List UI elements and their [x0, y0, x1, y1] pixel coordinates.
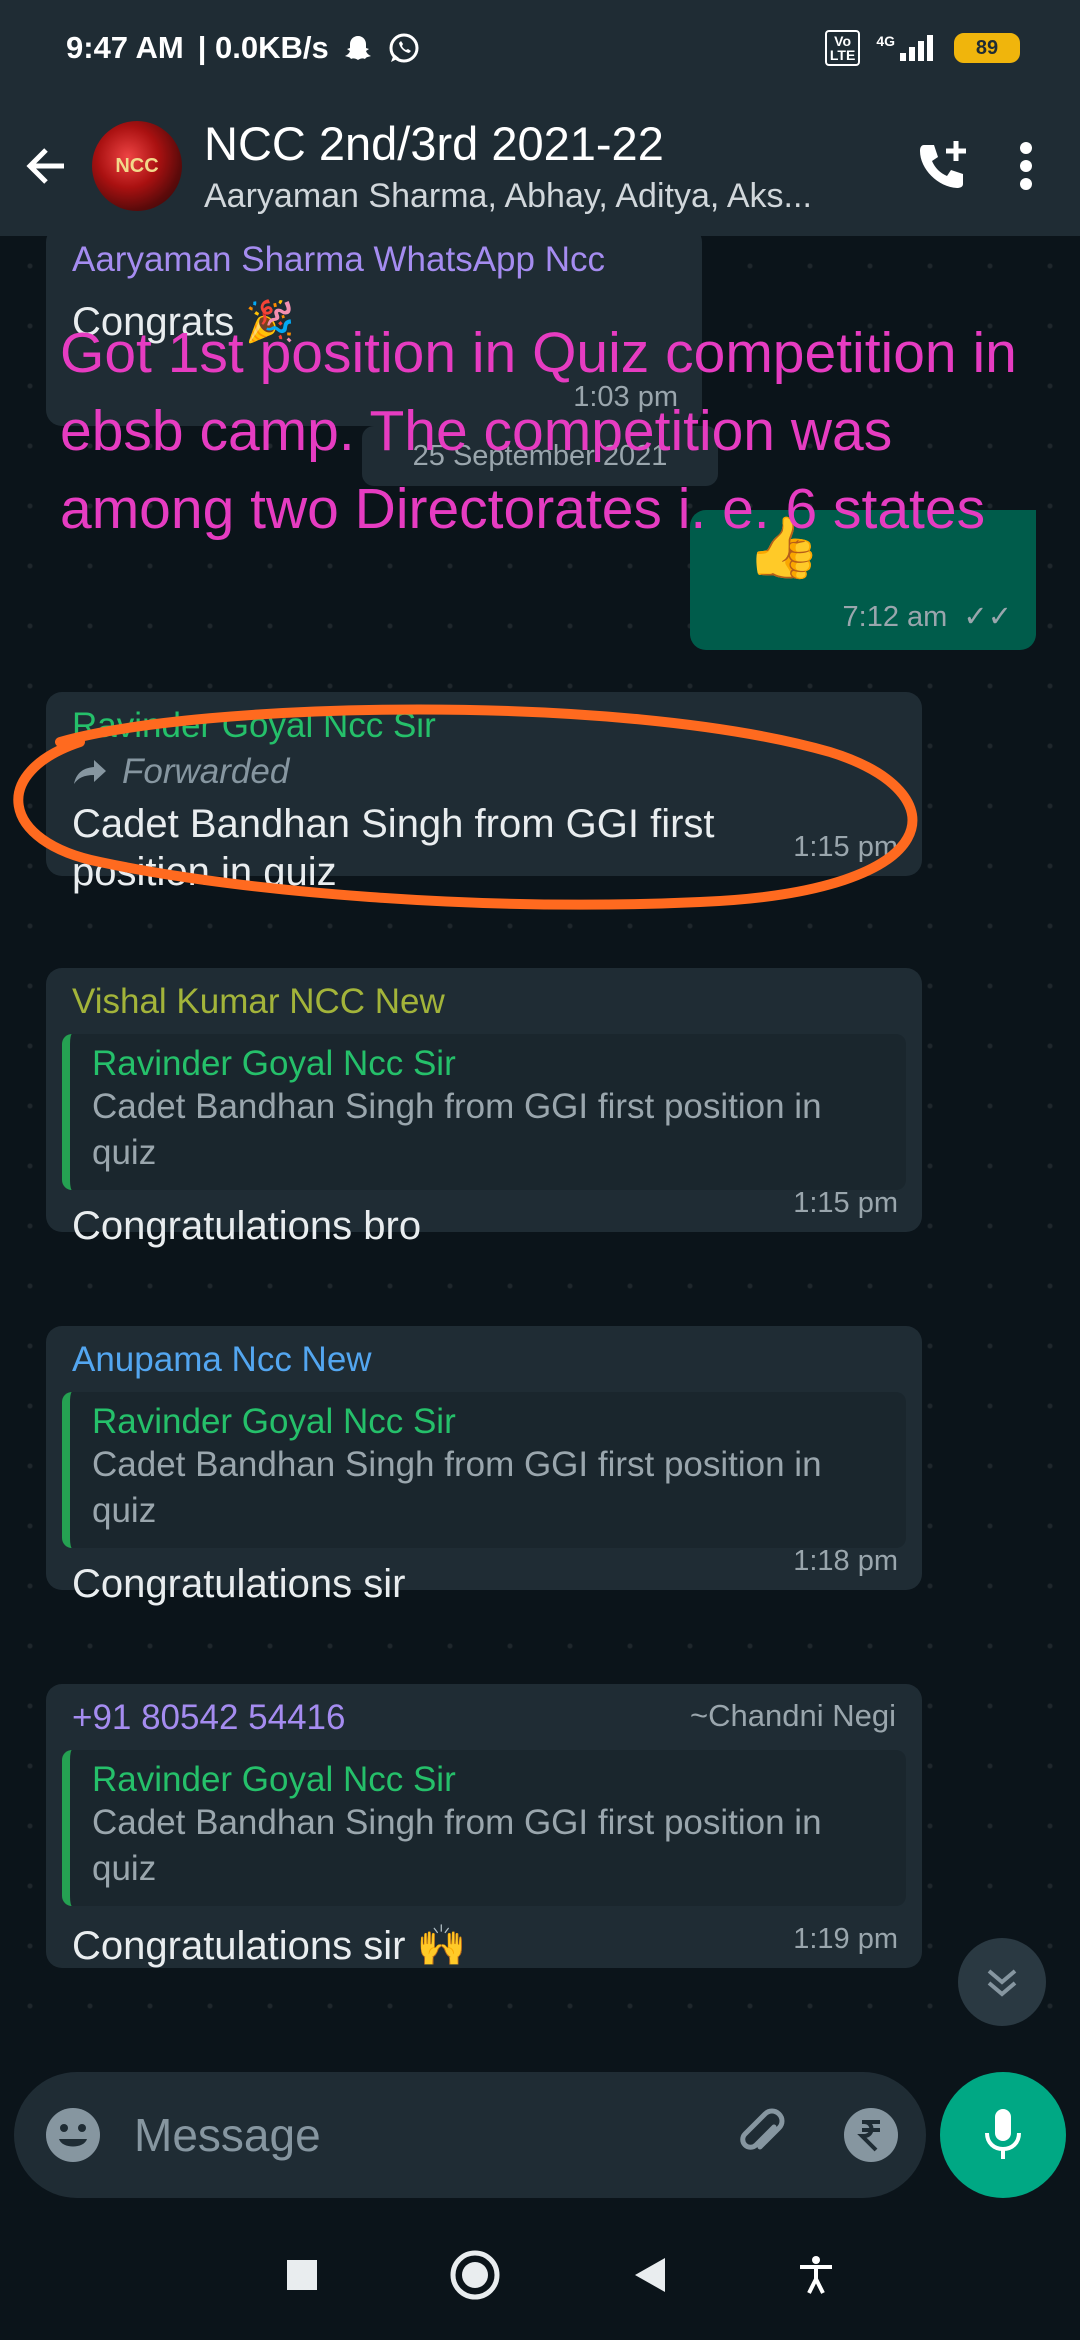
double-chevron-down-icon	[987, 1969, 1017, 1997]
recents-button[interactable]	[285, 2258, 319, 2292]
quoted-message[interactable]: Ravinder Goyal Ncc Sir Cadet Bandhan Sin…	[62, 1392, 906, 1548]
message-text: Congratulations sir 🙌	[72, 1924, 467, 1968]
back-nav-button[interactable]	[631, 2256, 667, 2294]
triangle-back-icon	[635, 2258, 665, 2292]
quoted-text: Cadet Bandhan Singh from GGI first posit…	[92, 1445, 822, 1530]
message-time: 7:12 am ✓✓	[843, 599, 1012, 634]
whatsapp-icon	[387, 31, 421, 65]
battery-indicator: 89	[954, 33, 1020, 63]
message-text: Congratulations sir	[72, 1562, 406, 1606]
group-avatar[interactable]: NCC	[92, 121, 182, 211]
quoted-sender: Ravinder Goyal Ncc Sir	[92, 1402, 456, 1441]
message-time-value: 7:12 am	[842, 601, 948, 633]
back-button[interactable]	[0, 96, 92, 236]
back-arrow-icon	[26, 148, 64, 184]
chat-area[interactable]: Aaryaman Sharma WhatsApp Ncc Congrats 🎉 …	[0, 236, 1080, 2056]
status-bar: 9:47 AM | 0.0KB/s Vo LTE 4G 89	[0, 0, 1080, 96]
add-call-button[interactable]	[912, 137, 970, 195]
accessibility-icon	[800, 2256, 832, 2294]
message-push-name: ~Chandni Negi	[690, 1698, 896, 1733]
voice-record-button[interactable]	[940, 2072, 1066, 2198]
status-time: 9:47 AM	[66, 30, 184, 65]
message-sender: Anupama Ncc New	[72, 1340, 372, 1379]
message-time: 1:19 pm	[793, 1923, 898, 1955]
volte-badge: Vo LTE	[824, 30, 861, 66]
quoted-sender: Ravinder Goyal Ncc Sir	[92, 1760, 456, 1799]
payment-button[interactable]	[842, 2106, 900, 2164]
message-time: 1:18 pm	[793, 1545, 898, 1577]
square-icon	[287, 2260, 317, 2290]
message-sender: Vishal Kumar NCC New	[72, 982, 445, 1021]
annotation-text: Got 1st position in Quiz competition in …	[60, 321, 1017, 541]
quoted-message[interactable]: Ravinder Goyal Ncc Sir Cadet Bandhan Sin…	[62, 1750, 906, 1906]
message-input[interactable]	[132, 2107, 734, 2163]
scroll-to-bottom-button[interactable]	[958, 1938, 1046, 2026]
circle-icon	[450, 2250, 500, 2300]
paperclip-icon	[740, 2108, 785, 2150]
quoted-text: Cadet Bandhan Singh from GGI first posit…	[92, 1087, 822, 1172]
microphone-icon	[985, 2109, 1021, 2159]
signal-icon: 4G	[876, 33, 938, 63]
home-button[interactable]	[449, 2249, 501, 2301]
quoted-text: Cadet Bandhan Singh from GGI first posit…	[92, 1803, 822, 1888]
quoted-sender: Ravinder Goyal Ncc Sir	[92, 1044, 456, 1083]
snapchat-icon	[343, 33, 373, 63]
more-options-button[interactable]	[1018, 140, 1034, 192]
chat-header: NCC NCC 2nd/3rd 2021-22 Aaryaman Sharma,…	[0, 96, 1080, 236]
accessibility-button[interactable]	[797, 2255, 835, 2295]
system-nav-bar	[0, 2210, 1080, 2340]
avatar-label: NCC	[115, 154, 159, 177]
message-bubble[interactable]: +91 80542 54416 ~Chandni Negi Ravinder G…	[46, 1684, 922, 1968]
composer-bar	[14, 2072, 1006, 2198]
read-ticks-icon: ✓✓	[963, 601, 1012, 633]
chat-participants: Aaryaman Sharma, Abhay, Aditya, Aks...	[204, 177, 812, 215]
attach-button[interactable]	[734, 2107, 790, 2163]
message-time: 1:15 pm	[793, 1187, 898, 1219]
message-bubble[interactable]: Vishal Kumar NCC New Ravinder Goyal Ncc …	[46, 968, 922, 1248]
status-net-speed: | 0.0KB/s	[197, 30, 329, 65]
message-sender: Aaryaman Sharma WhatsApp Ncc	[72, 240, 605, 279]
rupee-icon	[844, 2108, 898, 2162]
quoted-message[interactable]: Ravinder Goyal Ncc Sir Cadet Bandhan Sin…	[62, 1034, 906, 1190]
highlight-circle	[13, 704, 918, 910]
more-vertical-icon	[1020, 142, 1032, 190]
chat-info[interactable]: NCC 2nd/3rd 2021-22 Aaryaman Sharma, Abh…	[204, 116, 912, 216]
network-type: 4G	[876, 33, 895, 49]
emoji-button[interactable]	[44, 2106, 102, 2164]
phone-plus-icon	[920, 141, 966, 188]
emoji-icon	[46, 2108, 100, 2162]
message-text: Congratulations bro	[72, 1204, 422, 1248]
message-bubble[interactable]: Anupama Ncc New Ravinder Goyal Ncc Sir C…	[46, 1326, 922, 1606]
chat-title: NCC 2nd/3rd 2021-22	[204, 117, 664, 170]
